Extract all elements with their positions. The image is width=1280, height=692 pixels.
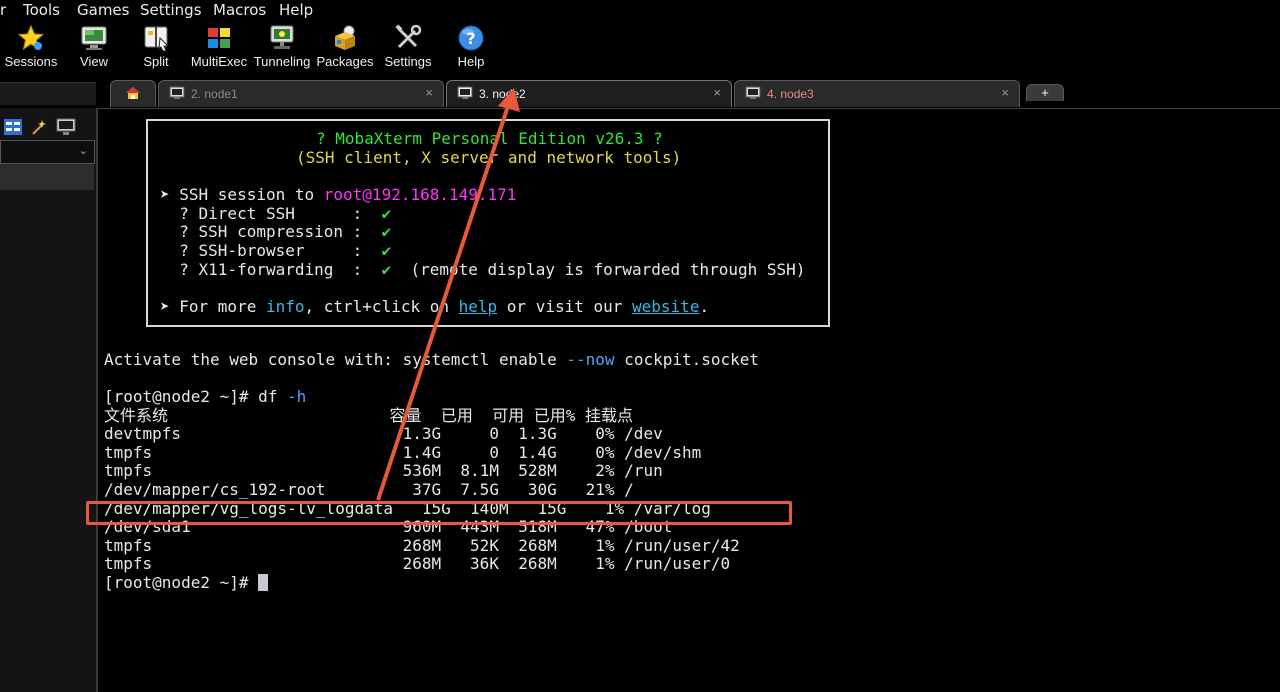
check-icon: ✔	[381, 260, 392, 279]
tools-wand-icon[interactable]	[30, 118, 48, 140]
view-label: View	[80, 54, 108, 69]
multiexec-button[interactable]: MultiExec	[190, 22, 248, 74]
df-row: devtmpfs 1.3G 0 1.3G 0% /dev	[104, 424, 663, 443]
sessions-button[interactable]: Sessions	[4, 22, 58, 74]
tunneling-icon	[268, 24, 296, 52]
menu-games[interactable]: Games	[77, 1, 129, 19]
help-label: Help	[457, 54, 485, 69]
multiexec-icon	[205, 24, 233, 52]
terminal-tab-icon	[169, 86, 185, 100]
tab-strip: 2. node1 × 3. node2 × 4. node3 × +	[0, 78, 1280, 109]
menu-macros[interactable]: Macros	[213, 1, 266, 19]
help-link[interactable]: help	[459, 297, 498, 316]
tunneling-button[interactable]: Tunneling	[252, 22, 312, 74]
sidebar-toolbar	[0, 112, 96, 142]
help-button[interactable]: ? Help	[452, 22, 490, 74]
settings-label: Settings	[384, 54, 432, 69]
sidebar: ⌄	[0, 108, 98, 692]
df-row: /dev/mapper/cs_192-root 37G 7.5G 30G 21%…	[104, 480, 634, 499]
terminal-tab-icon	[745, 86, 761, 100]
menu-bar: r Tools Games Settings Macros Help	[0, 0, 1280, 22]
close-icon[interactable]: ×	[713, 85, 721, 100]
close-icon[interactable]: ×	[425, 85, 433, 100]
tunneling-label: Tunneling	[253, 54, 311, 69]
df-row: tmpfs 268M 52K 268M 1% /run/user/42	[104, 536, 740, 555]
tab-node1-label: 2. node1	[191, 87, 238, 101]
tab-home[interactable]	[110, 80, 156, 107]
toolbar: Sessions View Split MultiExec Tunneling …	[0, 22, 1280, 78]
ssh-host: root@192.168.149.171	[323, 185, 517, 204]
wrench-icon	[394, 24, 422, 52]
terminal-tab-icon	[457, 86, 473, 100]
banner-more-line: ➤ For more info, ctrl+click on help or v…	[160, 297, 710, 316]
new-tab-button[interactable]: +	[1026, 84, 1064, 101]
banner-subtitle: (SSH client, X server and network tools)	[296, 148, 682, 167]
chevron-down-icon: ⌄	[78, 144, 88, 157]
df-row: tmpfs 1.4G 0 1.4G 0% /dev/shm	[104, 443, 702, 462]
packages-button[interactable]: Packages	[316, 22, 374, 74]
monitor-icon	[80, 24, 108, 52]
banner-title: ? MobaXterm Personal Edition v26.3 ?	[316, 129, 663, 148]
tab-node2[interactable]: 3. node2 ×	[446, 80, 732, 107]
df-row: tmpfs 268M 36K 268M 1% /run/user/0	[104, 554, 731, 573]
df-header: 文件系统 容量 已用 可用 已用% 挂载点	[104, 406, 633, 425]
menu-settings[interactable]: Settings	[140, 1, 202, 19]
help-icon: ?	[457, 24, 485, 52]
packages-label: Packages	[316, 54, 374, 69]
check-icon: ✔	[381, 241, 392, 260]
banner-ssh-line: ➤ SSH session to root@192.168.149.171	[160, 185, 517, 204]
cursor	[258, 574, 269, 591]
feature-ssh-browser: ? SSH-browser : ✔	[160, 241, 392, 260]
feature-direct-ssh: ? Direct SSH : ✔	[160, 204, 392, 223]
packages-icon	[331, 24, 359, 52]
macros-monitor-icon[interactable]	[56, 118, 76, 140]
highlight-box	[86, 501, 792, 525]
df-row: tmpfs 536M 8.1M 528M 2% /run	[104, 461, 663, 480]
tab-node3[interactable]: 4. node3 ×	[734, 80, 1020, 107]
menu-terminal[interactable]: r	[0, 1, 6, 19]
home-icon	[125, 86, 141, 100]
multiexec-label: MultiExec	[190, 54, 248, 69]
feature-x11-forwarding: ? X11-forwarding : ✔ (remote display is …	[160, 260, 806, 279]
check-icon: ✔	[381, 204, 392, 223]
sessions-tab-icon[interactable]	[4, 119, 22, 139]
menu-help[interactable]: Help	[279, 1, 313, 19]
settings-button[interactable]: Settings	[382, 22, 434, 74]
split-label: Split	[143, 54, 169, 69]
feature-ssh-compression: ? SSH compression : ✔	[160, 222, 392, 241]
prompt-df: [root@node2 ~]# df -h	[104, 387, 307, 406]
split-button[interactable]: Split	[136, 22, 176, 74]
menu-tools[interactable]: Tools	[23, 1, 60, 19]
quick-connect-field[interactable]	[0, 82, 96, 105]
star-icon	[17, 24, 45, 52]
tab-node1[interactable]: 2. node1 ×	[158, 80, 444, 107]
split-icon	[142, 24, 170, 52]
terminal-pane[interactable]: ? MobaXterm Personal Edition v26.3 ? (SS…	[98, 109, 1280, 692]
sessions-label: Sessions	[4, 54, 58, 69]
tab-node2-label: 3. node2	[479, 87, 526, 101]
sidebar-selected-row[interactable]	[0, 164, 94, 190]
svg-text:?: ?	[466, 29, 475, 48]
info-link[interactable]: info	[266, 297, 305, 316]
session-filter-select[interactable]: ⌄	[0, 140, 95, 164]
view-button[interactable]: View	[74, 22, 114, 74]
check-icon: ✔	[381, 222, 392, 241]
prompt-current[interactable]: [root@node2 ~]#	[104, 573, 269, 593]
close-icon[interactable]: ×	[1001, 85, 1009, 100]
activate-line: Activate the web console with: systemctl…	[104, 350, 760, 369]
website-link[interactable]: website	[632, 297, 699, 316]
welcome-banner: ? MobaXterm Personal Edition v26.3 ? (SS…	[146, 119, 830, 327]
tab-node3-label: 4. node3	[767, 87, 814, 101]
